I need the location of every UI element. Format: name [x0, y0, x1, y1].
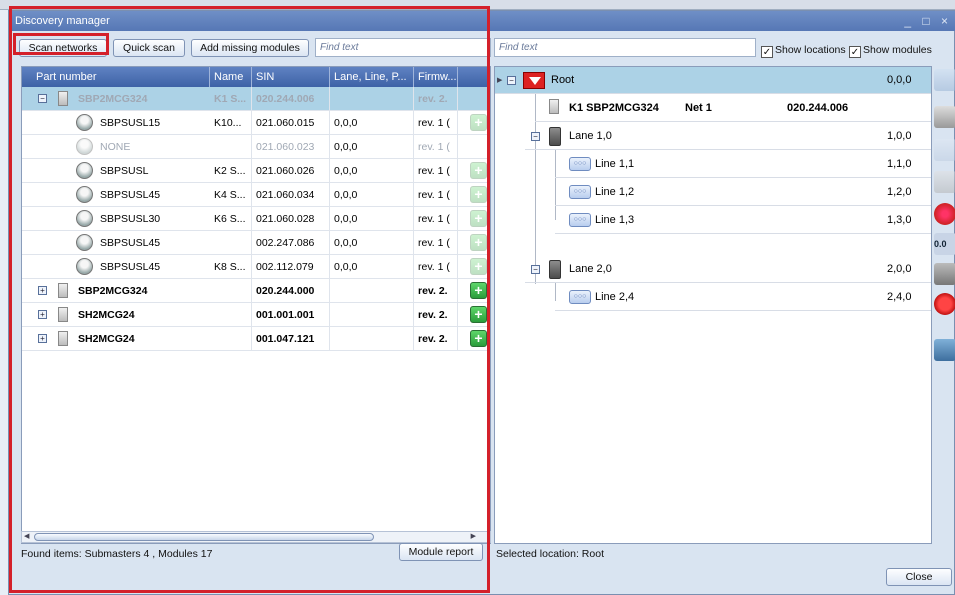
tools-icon[interactable] — [934, 263, 955, 285]
tree-label: Line 1,2 — [595, 186, 635, 198]
show-modules-label: Show modules — [863, 44, 932, 56]
tree-node-line-2-4[interactable]: ○○○ Line 2,4 2,4,0 — [555, 284, 931, 311]
check-icon: ✓ — [761, 46, 773, 58]
stop-icon[interactable] — [934, 293, 955, 315]
tree-label: Root — [551, 74, 575, 86]
line-icon: ○○○ — [569, 213, 591, 227]
tree-label: Line 2,4 — [595, 291, 635, 303]
location-tree[interactable]: ▶ − Root 0,0,0 K1 SBP2MCG324 Net 1 020.2… — [494, 66, 932, 544]
tree-node-module[interactable]: K1 SBP2MCG324 Net 1 020.244.006 — [535, 95, 931, 122]
line-icon: ○○○ — [569, 290, 591, 304]
window-controls[interactable]: _ □ × — [904, 11, 952, 31]
selected-location-status: Selected location: Root — [496, 548, 604, 560]
collapse-icon[interactable]: − — [531, 132, 540, 141]
tree-node-line-1-3[interactable]: ○○○ Line 1,3 1,3,0 — [555, 207, 931, 234]
tree-label: Line 1,1 — [595, 158, 635, 170]
connect-icon[interactable] — [934, 69, 955, 91]
show-modules-checkbox[interactable]: ✓ Show modules — [849, 42, 932, 58]
tree-value: 0,0,0 — [887, 74, 912, 86]
tree-label: Lane 1,0 — [569, 130, 612, 142]
collapse-icon[interactable]: − — [531, 265, 540, 274]
tree-node-line-1-1[interactable]: ○○○ Line 1,1 1,1,0 — [555, 151, 931, 178]
address-icon[interactable]: 0.0 — [934, 233, 955, 255]
tree-value: 1,3,0 — [887, 214, 912, 226]
tree-value: 2,0,0 — [887, 263, 912, 275]
tree-value: 1,1,0 — [887, 158, 912, 170]
tree-label: Line 1,3 — [595, 214, 635, 226]
tree-node-root[interactable]: ▶ − Root 0,0,0 — [495, 67, 931, 94]
tree-value: 1,2,0 — [887, 186, 912, 198]
find-text-input-right[interactable]: Find text — [494, 38, 756, 57]
tree-sin: 020.244.006 — [787, 102, 849, 114]
tree-value: 2,4,0 — [887, 291, 912, 303]
tree-node-line-1-2[interactable]: ○○○ Line 1,2 1,2,0 — [555, 179, 931, 206]
line-icon: ○○○ — [569, 157, 591, 171]
show-locations-label: Show locations — [775, 44, 846, 56]
root-logo-icon — [523, 72, 545, 89]
line-icon: ○○○ — [569, 185, 591, 199]
submaster-icon — [549, 99, 559, 114]
tree-net: Net 1 — [685, 102, 712, 114]
annotation-highlight-panel — [9, 6, 490, 593]
hand-icon[interactable] — [934, 171, 955, 193]
annotation-highlight-scan-button — [13, 33, 109, 55]
tree-value: 1,0,0 — [887, 130, 912, 142]
collapse-icon[interactable]: − — [507, 76, 516, 85]
tree-node-lane-2[interactable]: − Lane 2,0 2,0,0 — [525, 256, 931, 283]
show-locations-checkbox[interactable]: ✓ Show locations — [761, 42, 846, 58]
network-icon[interactable] — [934, 339, 955, 361]
tree-node-lane-1[interactable]: − Lane 1,0 1,0,0 — [525, 123, 931, 150]
module-tool-icon[interactable] — [934, 106, 955, 128]
lane-icon — [549, 127, 561, 146]
refresh-icon[interactable] — [934, 203, 955, 225]
line-tool-icon[interactable] — [934, 139, 955, 161]
current-row-icon: ▶ — [497, 77, 503, 84]
close-button[interactable]: Close — [886, 568, 952, 586]
check-icon: ✓ — [849, 46, 861, 58]
lane-icon — [549, 260, 561, 279]
tree-label: Lane 2,0 — [569, 263, 612, 275]
tree-label: K1 SBP2MCG324 — [569, 102, 659, 114]
